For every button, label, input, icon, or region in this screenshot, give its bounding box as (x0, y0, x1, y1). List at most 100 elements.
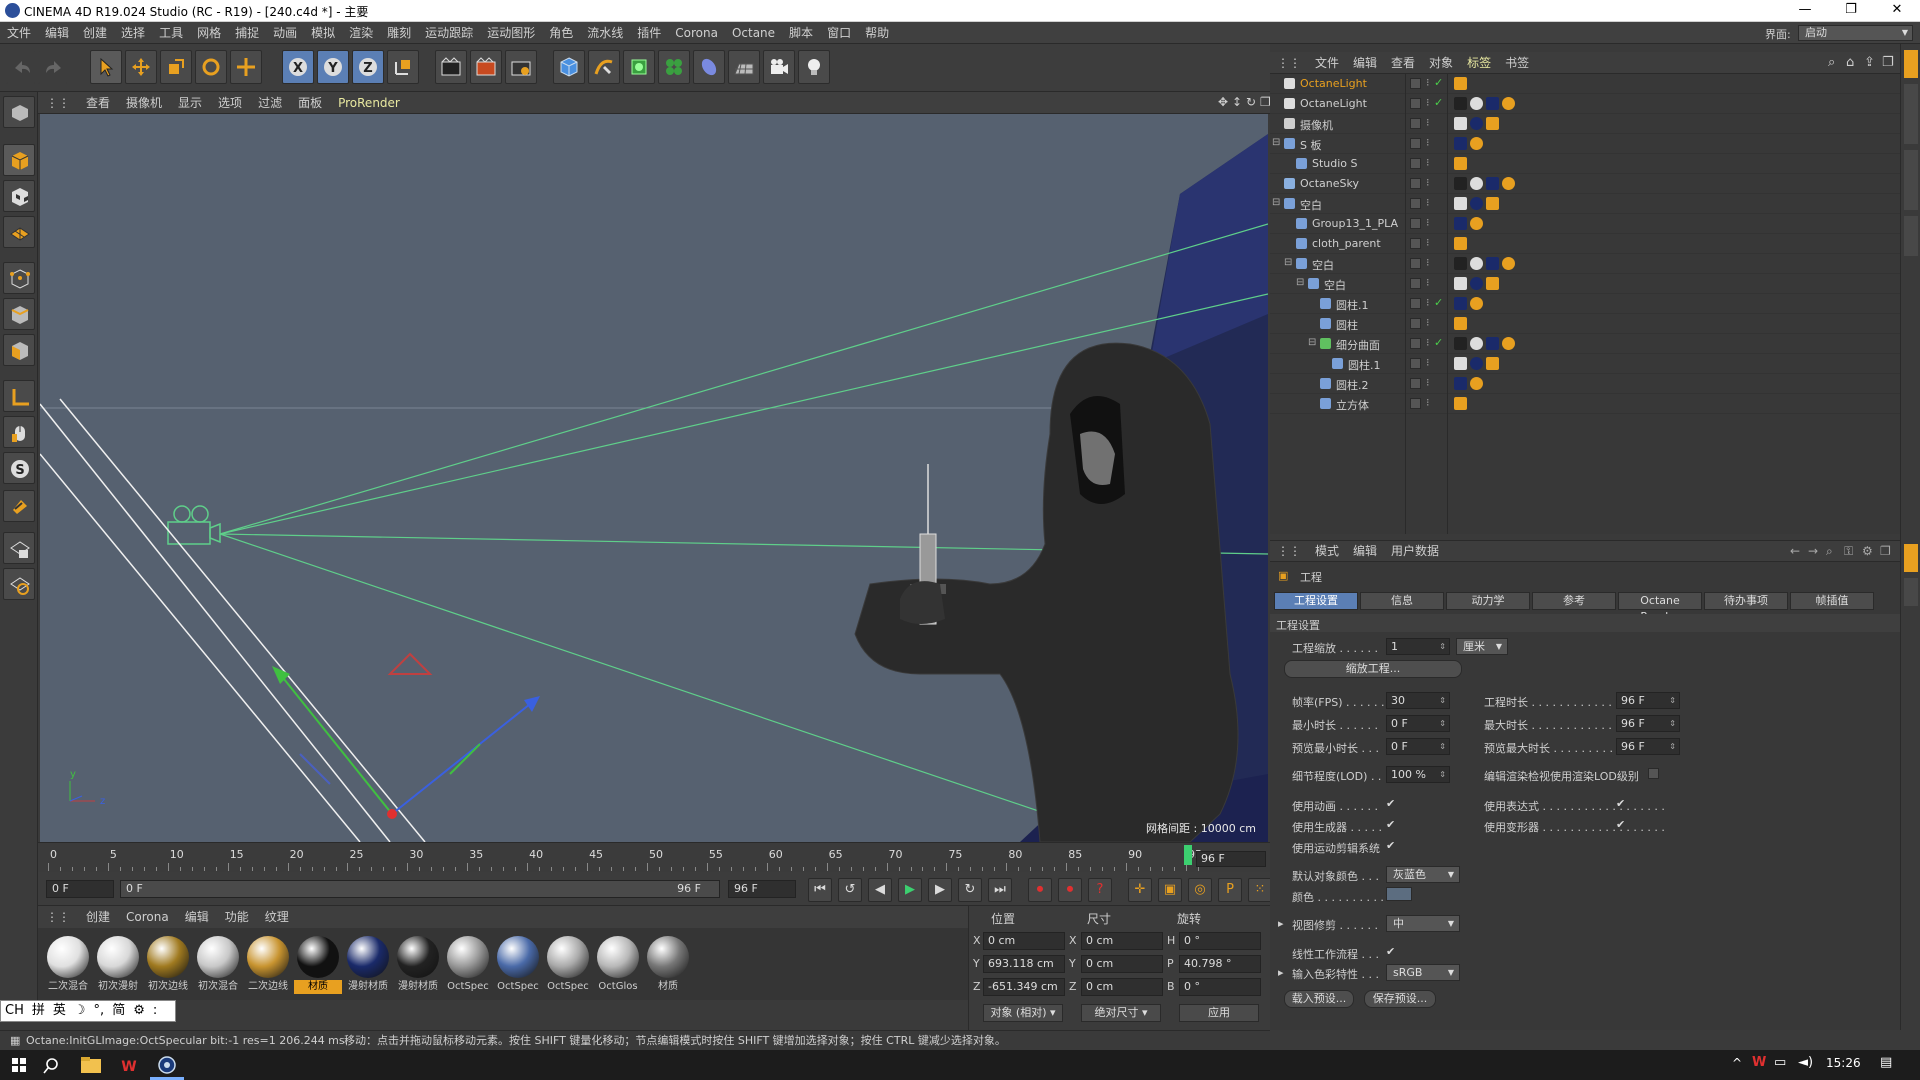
object-tag-icon[interactable] (1502, 337, 1515, 350)
use-expressions-checkbox[interactable]: ✔ (1616, 798, 1628, 810)
lod-field[interactable]: 100 % ⇕ (1386, 766, 1450, 783)
key-pla-icon[interactable]: ⁙ (1248, 878, 1272, 902)
texture-mode-icon[interactable] (3, 180, 35, 212)
object-tag-icon[interactable] (1454, 397, 1467, 410)
size-field[interactable]: 0 cm (1081, 955, 1163, 973)
menu-item[interactable]: 选择 (114, 22, 152, 44)
ime-button[interactable]: 简 (108, 1001, 129, 1021)
default-color-select[interactable]: 灰蓝色 ▼ (1386, 866, 1460, 883)
object-row[interactable]: 摄像机 ⁝ (1270, 114, 1900, 134)
content-browser-side-tab[interactable] (1904, 150, 1918, 210)
y-axis-lock-icon[interactable]: Y (317, 50, 349, 84)
object-tag-icon[interactable] (1454, 277, 1467, 290)
object-tag-icon[interactable] (1454, 257, 1467, 270)
material-menu-item[interactable]: 创建 (78, 906, 118, 928)
object-row[interactable]: Group13_1_PLA ⁝ (1270, 214, 1900, 234)
object-tag-icon[interactable] (1454, 297, 1467, 310)
move-tool-icon[interactable] (125, 50, 157, 84)
windows-start-icon[interactable] (6, 1054, 32, 1076)
min-time-field[interactable]: 0 F ⇕ (1386, 715, 1450, 732)
object-tag-icon[interactable] (1454, 237, 1467, 250)
menu-item[interactable]: 雕刻 (380, 22, 418, 44)
end-frame-field[interactable]: 96 F (728, 880, 796, 898)
key-parameter-icon[interactable]: P (1218, 878, 1242, 902)
object-menu-item[interactable]: 对象 (1422, 52, 1460, 74)
object-tag-icon[interactable] (1502, 97, 1515, 110)
attr-lock-icon[interactable]: ⚿ (1844, 544, 1853, 559)
material-swatch[interactable]: 二次边线 (244, 936, 292, 996)
visibility-dots-icon[interactable]: ⁝ (1426, 336, 1430, 349)
key-scale-icon[interactable]: ▣ (1158, 878, 1182, 902)
menu-item[interactable]: 网格 (190, 22, 228, 44)
object-tag-icon[interactable] (1470, 357, 1483, 370)
record-keys-icon[interactable]: ⏺ (1028, 878, 1052, 902)
deformer-icon[interactable] (693, 50, 725, 84)
rotation-field[interactable]: 0 ° (1179, 978, 1261, 996)
menu-item[interactable]: 窗口 (820, 22, 858, 44)
view-clip-expand-icon[interactable]: ▸ (1278, 917, 1284, 930)
ime-button[interactable]: ☽ (70, 1001, 90, 1021)
menu-item[interactable]: 运动跟踪 (418, 22, 480, 44)
prev-key-icon[interactable]: ↺ (838, 878, 862, 902)
object-tag-icon[interactable] (1502, 257, 1515, 270)
material-swatch[interactable]: OctGlos (594, 936, 642, 996)
close-button[interactable]: ✕ (1874, 0, 1920, 22)
material-swatch[interactable]: 二次混合 (44, 936, 92, 996)
render-picture-viewer-icon[interactable] (470, 50, 502, 84)
material-swatch[interactable]: 材质 (644, 936, 692, 996)
visibility-dots-icon[interactable]: ⁝ (1426, 156, 1430, 169)
object-layer-flag[interactable] (1410, 98, 1421, 109)
size-field[interactable]: 0 cm (1081, 978, 1163, 996)
preview-min-field[interactable]: 0 F ⇕ (1386, 738, 1450, 755)
object-layer-flag[interactable] (1410, 298, 1421, 309)
size-field[interactable]: 0 cm (1081, 932, 1163, 950)
camera-icon[interactable] (763, 50, 795, 84)
edges-mode-icon[interactable] (3, 298, 35, 330)
cloner-icon[interactable] (658, 50, 690, 84)
material-menu-item[interactable]: 编辑 (177, 906, 217, 928)
ime-button[interactable]: : (149, 1001, 161, 1021)
object-home-icon[interactable]: ⌂ (1846, 55, 1854, 70)
visibility-dots-icon[interactable]: ⁝ (1426, 116, 1430, 129)
position-field[interactable]: 693.118 cm (983, 955, 1065, 973)
object-layout-icon[interactable]: ❐ (1882, 55, 1894, 70)
object-row[interactable]: 立方体 ⁝ (1270, 394, 1900, 414)
use-animation-checkbox[interactable]: ✔ (1386, 798, 1398, 810)
object-tag-icon[interactable] (1486, 257, 1499, 270)
object-layer-flag[interactable] (1410, 78, 1421, 89)
model-mode-icon[interactable] (3, 144, 35, 176)
attr-search-icon[interactable]: ⌕ (1826, 544, 1833, 559)
render-settings-icon[interactable] (505, 50, 537, 84)
object-layer-flag[interactable] (1410, 198, 1421, 209)
object-layer-flag[interactable] (1410, 238, 1421, 249)
visibility-dots-icon[interactable]: ⁝ (1426, 316, 1430, 329)
object-menu-item[interactable]: 书签 (1498, 52, 1536, 74)
position-field[interactable]: -651.349 cm (983, 978, 1065, 996)
playhead-marker[interactable] (1184, 845, 1192, 865)
tree-toggle-icon[interactable]: ⊟ (1284, 257, 1292, 268)
redo-icon[interactable] (38, 50, 68, 84)
viewport-rotate-icon[interactable]: ↻ (1246, 95, 1256, 109)
object-row[interactable]: 圆柱 ⁝ (1270, 314, 1900, 334)
attr-layout-icon[interactable]: ❐ (1880, 544, 1891, 558)
viewport-menu-item[interactable]: 选项 (210, 92, 250, 114)
visibility-dots-icon[interactable]: ⁝ (1426, 376, 1430, 389)
autokey-icon[interactable]: ⏺ (1058, 878, 1082, 902)
object-tag-icon[interactable] (1470, 177, 1483, 190)
rotation-field[interactable]: 0 ° (1179, 932, 1261, 950)
ime-button[interactable]: 拼 (28, 1001, 49, 1021)
current-frame-field[interactable]: 96 F (1196, 851, 1266, 867)
object-tag-icon[interactable] (1502, 177, 1515, 190)
object-layer-flag[interactable] (1410, 378, 1421, 389)
object-manager[interactable]: OctaneLight ⁝ ✓ OctaneLight ⁝ ✓ 摄像机 ⁝ ⊟ S 板 ⁝ Studi… (1270, 74, 1900, 534)
visibility-dots-icon[interactable]: ⁝ (1426, 396, 1430, 409)
material-swatch[interactable]: 漫射材质 (344, 936, 392, 996)
frame-ruler[interactable]: 05101520253035404550556065707580859095 (46, 845, 1202, 871)
file-explorer-icon[interactable] (78, 1054, 104, 1076)
material-menu-item[interactable]: Corona (118, 906, 177, 928)
menu-item[interactable]: 帮助 (858, 22, 896, 44)
rotation-field[interactable]: 40.798 ° (1179, 955, 1261, 973)
object-layer-flag[interactable] (1410, 278, 1421, 289)
visibility-dots-icon[interactable]: ⁝ (1426, 136, 1430, 149)
viewport-menu-item[interactable]: 过滤 (250, 92, 290, 114)
